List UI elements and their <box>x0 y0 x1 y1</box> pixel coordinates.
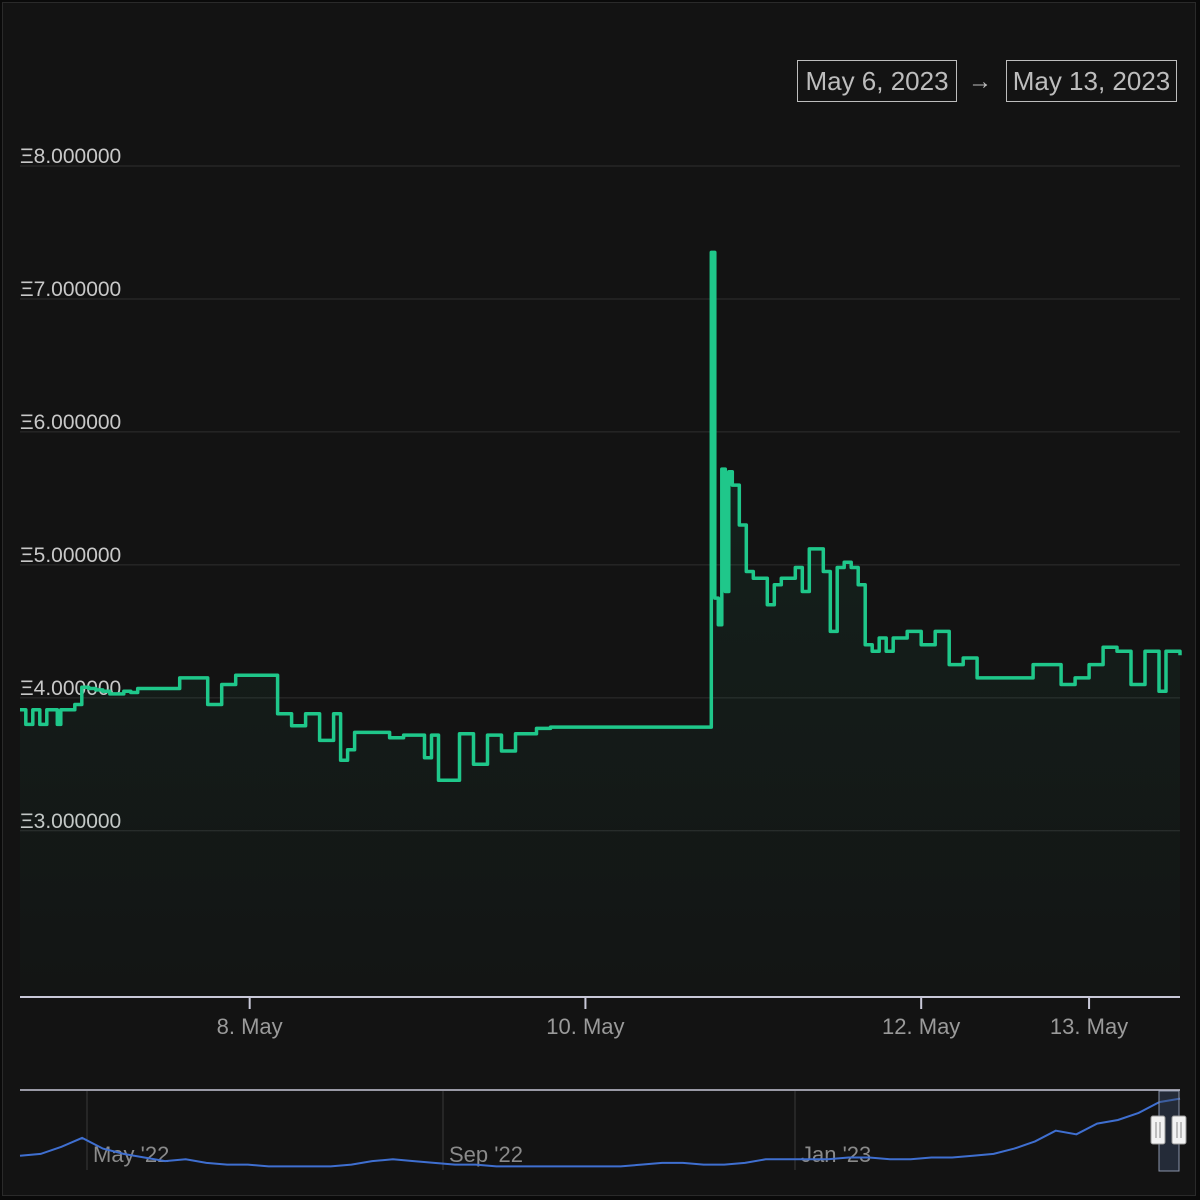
x-tick-label: 8. May <box>217 1014 283 1039</box>
navigator[interactable]: May '22 Sep '22 Jan '23 <box>19 1089 1187 1172</box>
y-tick-label: Ξ7.000000 <box>20 278 121 301</box>
price-line-chart: Ξ8.000000Ξ7.000000Ξ6.000000Ξ5.000000Ξ4.0… <box>19 145 1187 1172</box>
x-tick-label: 10. May <box>546 1014 624 1039</box>
x-axis-ticks: 8. May 10. May 12. May 13. May <box>217 997 1128 1039</box>
navigator-right-handle[interactable] <box>1171 1115 1187 1145</box>
navigator-tick-label: Sep '22 <box>449 1142 523 1167</box>
navigator-tick-label: Jan '23 <box>801 1142 871 1167</box>
series-area <box>20 252 1180 997</box>
y-tick-label: Ξ6.000000 <box>20 411 121 434</box>
y-tick-label: Ξ5.000000 <box>20 544 121 567</box>
y-tick-label: Ξ8.000000 <box>20 145 121 168</box>
x-tick-label: 12. May <box>882 1014 960 1039</box>
x-tick-label: 13. May <box>1050 1014 1128 1039</box>
navigator-left-handle[interactable] <box>1150 1115 1166 1145</box>
navigator-grid <box>86 1091 796 1170</box>
navigator-series-line <box>19 1097 1181 1168</box>
area-fill <box>20 252 1180 997</box>
